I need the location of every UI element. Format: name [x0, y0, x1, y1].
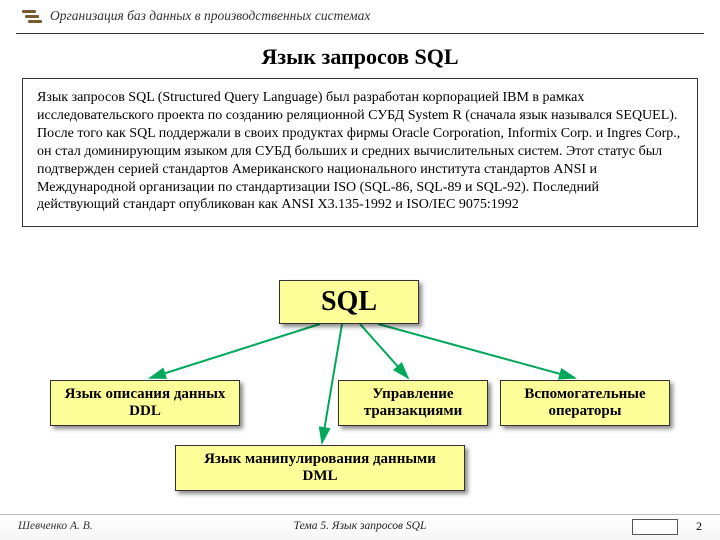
footer-page-number: 2	[696, 519, 702, 534]
node-dml-line1: Язык манипулирования данными	[204, 451, 436, 468]
slide-header: Организация баз данных в производственны…	[16, 6, 704, 34]
slide-title: Язык запросов SQL	[0, 44, 720, 70]
node-txn-line2: транзакциями	[364, 403, 462, 420]
node-transactions: Управление транзакциями	[338, 380, 488, 426]
node-ddl: Язык описания данных DDL	[50, 380, 240, 426]
node-txn-line1: Управление	[372, 386, 453, 403]
node-ddl-line2: DDL	[129, 403, 161, 420]
sql-diagram: SQL Язык описания данных DDL Управление …	[0, 280, 720, 505]
node-aux-line1: Вспомогательные	[524, 386, 645, 403]
body-text: Язык запросов SQL (Structured Query Lang…	[22, 78, 698, 227]
node-sql-label: SQL	[321, 286, 377, 318]
slide-footer: Шевченко А. В. Тема 5. Язык запросов SQL…	[0, 514, 720, 540]
node-aux-line2: операторы	[549, 403, 622, 420]
node-sql: SQL	[279, 280, 419, 324]
node-dml-line2: DML	[303, 468, 338, 485]
course-name: Организация баз данных в производственны…	[50, 8, 370, 24]
slide: Организация баз данных в производственны…	[0, 0, 720, 540]
footer-box	[632, 519, 678, 535]
node-auxiliary: Вспомогательные операторы	[500, 380, 670, 426]
header-icon	[22, 10, 40, 24]
footer-topic: Тема 5. Язык запросов SQL	[0, 520, 720, 532]
node-dml: Язык манипулирования данными DML	[175, 445, 465, 491]
node-ddl-line1: Язык описания данных	[65, 386, 226, 403]
